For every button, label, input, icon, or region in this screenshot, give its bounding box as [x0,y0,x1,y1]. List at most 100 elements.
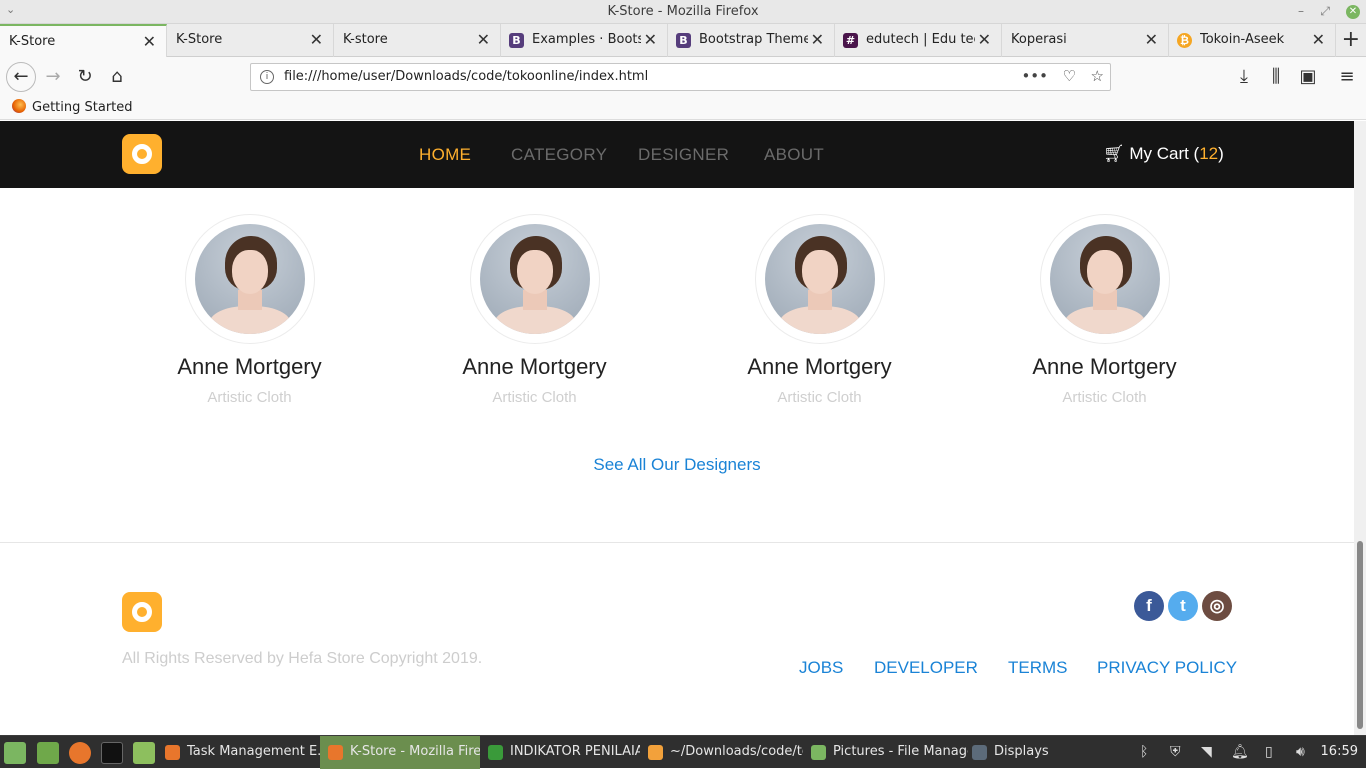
task-label: Displays [994,744,1049,759]
close-tab-icon[interactable]: ✕ [310,30,323,49]
nav-toolbar: ← → ↻ ⌂ i file:///home/user/Downloads/co… [0,57,1366,97]
designer-card[interactable]: Anne Mortgery Artistic Cloth [677,214,962,406]
footer-link-developer[interactable]: DEVELOPER [874,658,978,678]
sublime-icon [648,745,663,760]
designer-card[interactable]: Anne Mortgery Artistic Cloth [392,214,677,406]
footer-logo[interactable] [122,592,162,632]
shield-icon[interactable]: ⛨ [1170,744,1181,760]
tab-kstore-3[interactable]: K-store ✕ [334,24,501,57]
library-icon[interactable]: ⫼ [1263,64,1289,90]
maximize-icon[interactable]: ⤢ [1320,4,1330,19]
files-icon[interactable] [133,742,155,764]
clock[interactable]: 16:59 [1321,744,1358,759]
tab-koperasi[interactable]: Koperasi ✕ [1002,24,1169,57]
tab-label: K-Store [9,34,56,49]
nav-category[interactable]: CATEGORY [511,145,607,165]
close-tab-icon[interactable]: ✕ [811,30,824,49]
tab-bootstrap-themes[interactable]: B Bootstrap Themes ✕ [668,24,835,57]
tab-edutech[interactable]: # edutech | Edu tech ✕ [835,24,1002,57]
cart-button[interactable]: 🛒︎ My Cart (12) [1103,144,1224,164]
new-tab-button[interactable]: + [1342,27,1360,52]
facebook-icon[interactable]: f [1134,591,1164,621]
forward-button[interactable]: → [40,64,66,90]
tab-kstore-2[interactable]: K-Store ✕ [167,24,334,57]
folder-icon [811,745,826,760]
slack-icon: # [843,33,858,48]
instagram-icon[interactable]: ◎ [1202,591,1232,621]
bootstrap-icon: B [676,33,691,48]
scrollbar-thumb[interactable] [1357,541,1363,729]
footer-link-terms[interactable]: TERMS [1008,658,1068,678]
tab-kstore-1[interactable]: K-Store ✕ [0,24,167,57]
task-task-management[interactable]: Task Management E... [157,736,320,769]
avatar-frame [469,214,600,344]
close-tab-icon[interactable]: ✕ [1145,30,1158,49]
task-indikator[interactable]: INDIKATOR PENILAIA... [480,736,640,769]
reload-button[interactable]: ↻ [72,64,98,90]
twitter-icon[interactable]: t [1168,591,1198,621]
close-tab-icon[interactable]: ✕ [644,30,657,49]
footer-link-privacy[interactable]: PRIVACY POLICY [1097,658,1237,678]
pocket-icon[interactable]: ♡ [1063,67,1076,85]
close-tab-icon[interactable]: ✕ [477,30,490,49]
see-all-designers-link[interactable]: See All Our Designers [0,455,1354,475]
task-kstore-firefox[interactable]: K-Store - Mozilla Firef... [320,736,480,769]
task-label: INDIKATOR PENILAIA... [510,744,640,759]
bookmark-label: Getting Started [32,100,133,115]
coin-icon: ₿ [1177,33,1192,48]
footer-link-jobs[interactable]: JOBS [799,658,843,678]
tab-bootstrap-examples[interactable]: B Examples · Bootstr ✕ [501,24,668,57]
tab-label: edutech | Edu tech [866,32,975,47]
designer-card[interactable]: Anne Mortgery Artistic Cloth [962,214,1247,406]
close-tab-icon[interactable]: ✕ [143,32,156,51]
show-desktop-icon[interactable] [37,742,59,764]
downloads-icon[interactable]: ⤓ [1231,64,1257,90]
nav-designer[interactable]: DESIGNER [638,145,729,165]
window-titlebar: ⌄ K-Store - Mozilla Firefox – ⤢ ✕ [0,0,1366,24]
tab-tokoin[interactable]: ₿ Tokoin-Aseek ✕ [1169,24,1336,57]
bookmark-star-icon[interactable]: ☆ [1091,67,1104,85]
terminal-icon[interactable] [101,742,123,764]
wifi-icon[interactable]: ◥ [1201,744,1212,760]
url-bar[interactable]: i file:///home/user/Downloads/code/tokoo… [250,63,1111,91]
url-text[interactable]: file:///home/user/Downloads/code/tokoonl… [284,69,648,84]
task-displays[interactable]: Displays [964,736,1054,769]
firefox-launcher-icon[interactable] [69,742,91,764]
mint-menu-icon[interactable] [4,742,26,764]
back-button[interactable]: ← [6,62,36,92]
sidebar-icon[interactable]: ▣ [1295,64,1321,90]
notification-bell-icon[interactable]: 🔔︎ [1231,744,1249,760]
task-file-manager[interactable]: Pictures - File Manager [803,736,968,769]
nav-about[interactable]: ABOUT [764,145,824,165]
designer-name: Anne Mortgery [747,354,892,379]
designer-role: Artistic Cloth [492,389,577,406]
cart-count: 12 [1199,144,1219,163]
firefox-icon [165,745,180,760]
page-scrollbar[interactable] [1354,121,1366,735]
site-info-icon[interactable]: i [260,70,274,84]
designer-avatar [194,224,305,334]
hamburger-menu-icon[interactable]: ≡ [1334,64,1360,90]
close-tab-icon[interactable]: ✕ [978,30,991,49]
bluetooth-icon[interactable]: ᛒ [1140,744,1148,760]
close-window-icon[interactable]: ✕ [1346,5,1360,19]
bookmark-getting-started[interactable]: Getting Started [12,99,133,115]
store-logo[interactable] [122,134,162,174]
home-button[interactable]: ⌂ [104,64,130,90]
firefox-icon [328,745,343,760]
avatar-frame [184,214,315,344]
task-label: Pictures - File Manager [833,744,968,759]
nav-home[interactable]: HOME [419,145,471,165]
designer-card[interactable]: Anne Mortgery Artistic Cloth [107,214,392,406]
bookmarks-toolbar: Getting Started [0,97,1366,120]
minimize-icon[interactable]: – [1298,4,1304,18]
volume-icon[interactable]: 🔊︎ [1296,744,1305,760]
page-actions-icon[interactable]: ••• [1021,67,1048,85]
task-sublime[interactable]: ~/Downloads/code/to... [640,736,803,769]
designer-name: Anne Mortgery [462,354,607,379]
close-tab-icon[interactable]: ✕ [1312,30,1325,49]
site-footer: All Rights Reserved by Hefa Store Copyri… [0,542,1354,735]
tab-label: Examples · Bootstr [532,32,641,47]
power-icon[interactable]: ▯ [1265,744,1273,760]
designer-name: Anne Mortgery [1032,354,1177,379]
